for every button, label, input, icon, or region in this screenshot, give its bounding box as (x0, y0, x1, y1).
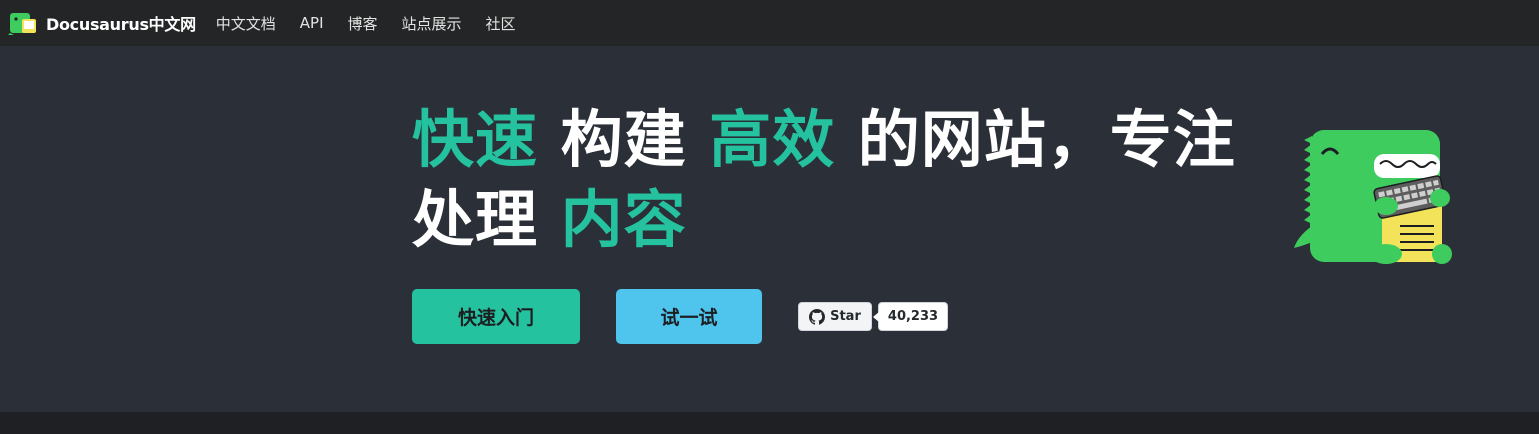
github-star-button[interactable]: Star (798, 302, 872, 331)
hero-title-highlight-efficient: 高效 (709, 103, 836, 176)
hero-banner: 快速 构建 高效 的网站，专注处理 内容 快速入门 试一试 Star 40,23… (0, 46, 1539, 412)
scrollbar[interactable] (1529, 46, 1539, 412)
nav-links: 中文文档 API 博客 站点展示 社区 (216, 13, 540, 34)
get-started-button[interactable]: 快速入门 (412, 289, 580, 344)
nav-link-showcase[interactable]: 站点展示 (402, 13, 462, 34)
github-star-label: Star (830, 309, 861, 324)
brand-link[interactable]: Docusaurus中文网 (8, 9, 196, 37)
hero-title-text-build: 构建 (538, 103, 710, 176)
hero-title-highlight-fast: 快速 (412, 103, 539, 176)
navbar: Docusaurus中文网 中文文档 API 博客 站点展示 社区 (0, 0, 1539, 46)
nav-link-blog[interactable]: 博客 (348, 13, 378, 34)
brand-title: Docusaurus中文网 (46, 15, 196, 34)
docusaurus-dino-keyboard-icon (1294, 130, 1452, 264)
nav-link-api[interactable]: API (300, 14, 324, 32)
nav-link-community[interactable]: 社区 (486, 13, 516, 34)
nav-link-docs[interactable]: 中文文档 (216, 13, 276, 34)
docusaurus-logo-icon (8, 13, 36, 35)
hero-title: 快速 构建 高效 的网站，专注处理 内容 (412, 100, 1272, 260)
github-star-count[interactable]: 40,233 (873, 302, 948, 331)
hero-title-highlight-content: 内容 (560, 183, 687, 256)
try-it-button[interactable]: 试一试 (616, 289, 762, 344)
github-icon (809, 308, 826, 325)
